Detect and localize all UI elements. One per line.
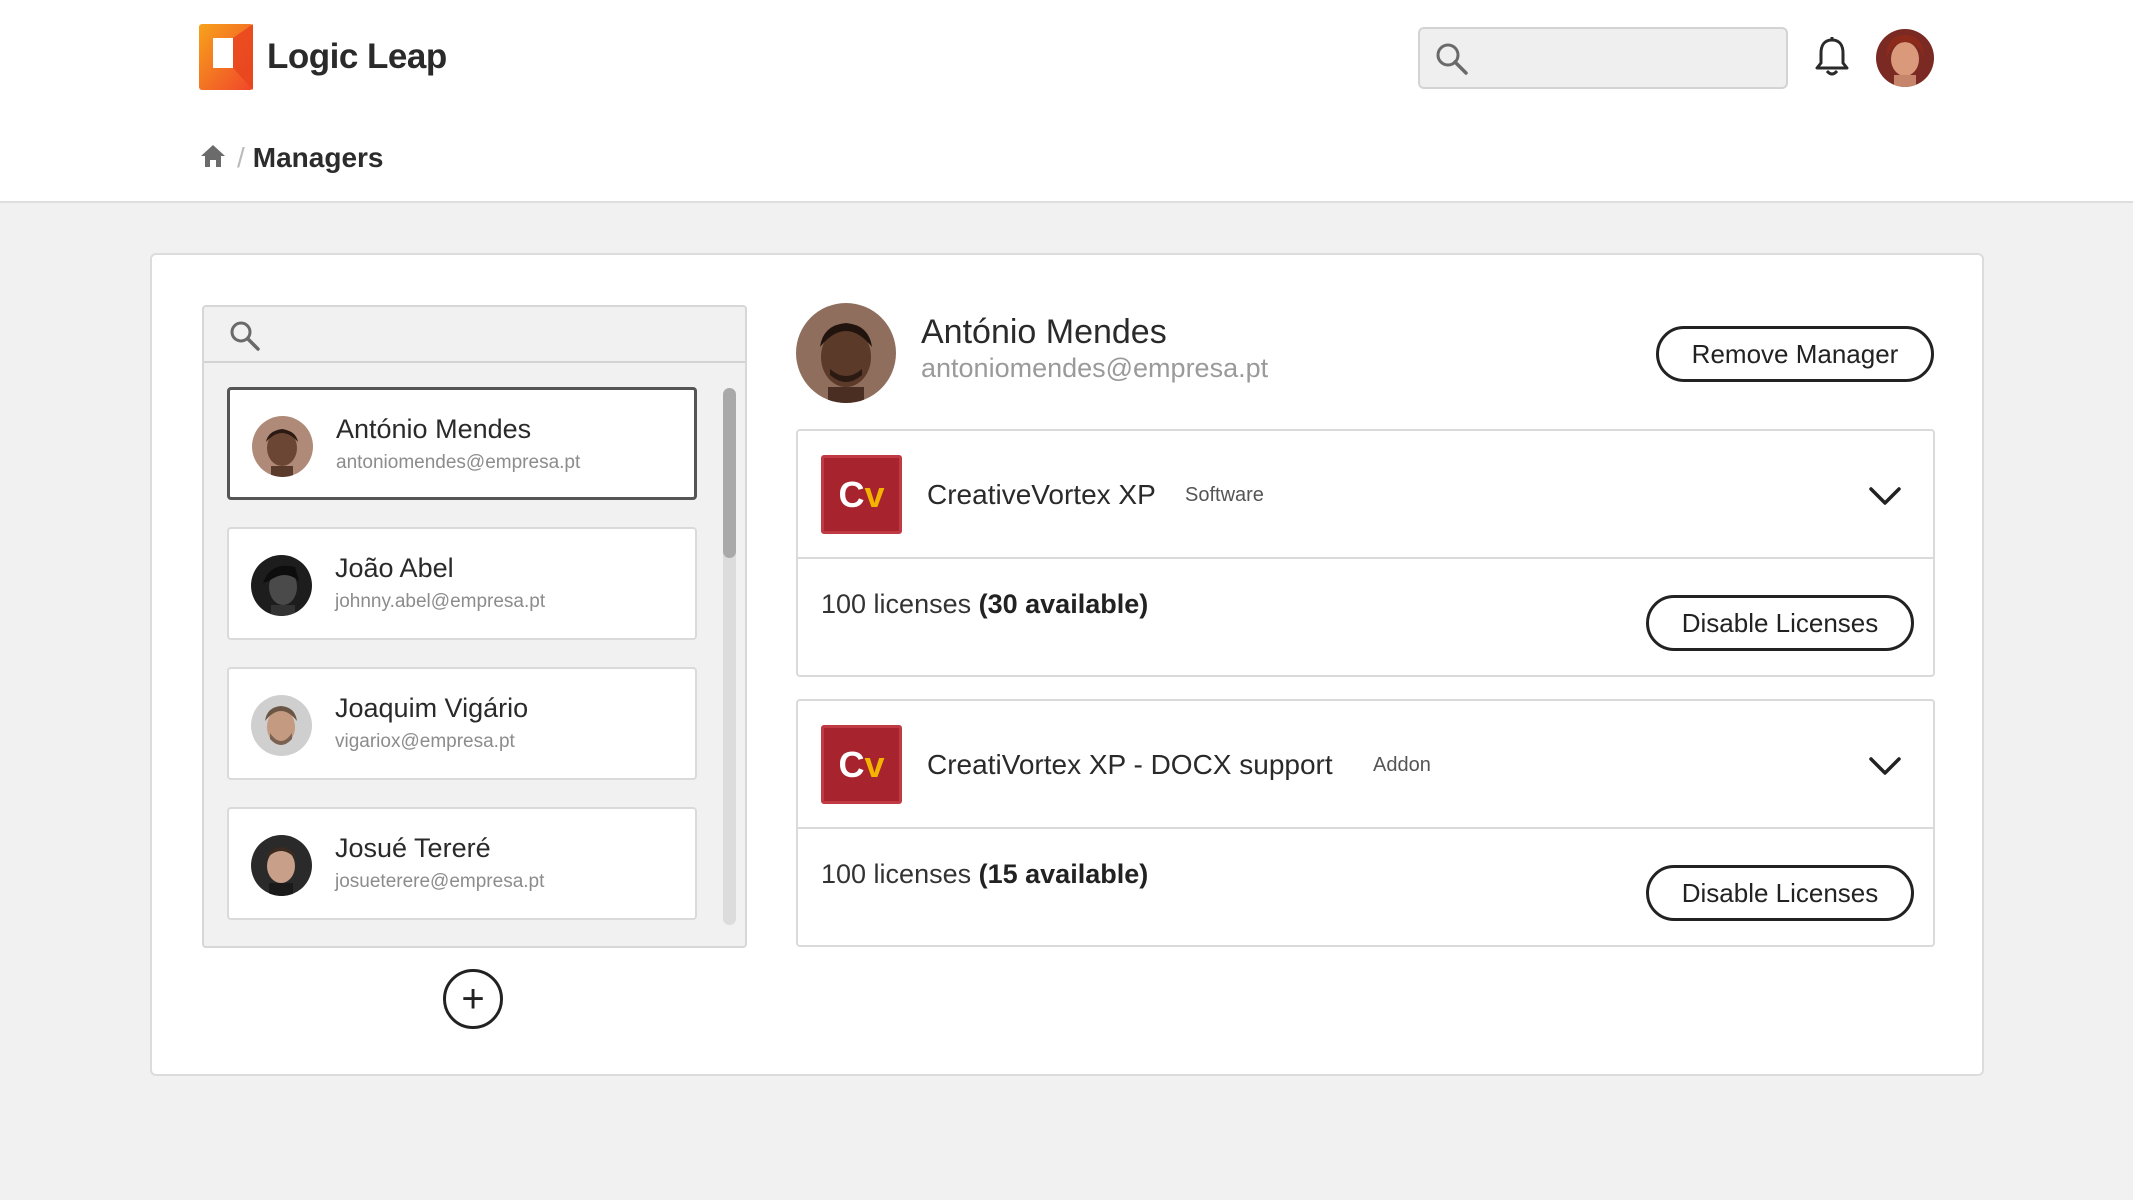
list-item[interactable]: Josué Tereré josueterere@empresa.pt — [227, 807, 697, 920]
manager-detail-email: antoniomendes@empresa.pt — [921, 353, 1269, 383]
search-icon — [228, 319, 262, 358]
product-logo-text: Cv — [838, 743, 885, 785]
product-name: CreatiVortex XP - DOCX support — [927, 749, 1333, 780]
manager-email: johnny.abel@empresa.pt — [335, 591, 546, 612]
chevron-down-icon[interactable] — [1868, 755, 1902, 782]
license-available: (15 available) — [978, 859, 1149, 889]
manager-name: António Mendes — [336, 414, 532, 444]
disable-licenses-button[interactable]: Disable Licenses — [1646, 595, 1914, 651]
license-available: (30 available) — [978, 589, 1149, 619]
logo-icon — [199, 24, 253, 90]
product-type-badge: Addon — [1373, 754, 1431, 776]
product-header[interactable]: Cv CreativeVortex XP Software — [798, 431, 1933, 559]
avatar — [252, 416, 313, 477]
remove-manager-button[interactable]: Remove Manager — [1656, 326, 1934, 382]
manager-list: António Mendes antoniomendes@empresa.pt … — [202, 305, 747, 948]
manager-name: Joaquim Vigário — [335, 693, 529, 723]
manager-email: josueterere@empresa.pt — [335, 871, 545, 892]
page-title: Managers — [252, 142, 384, 173]
product-name: CreativeVortex XP — [927, 479, 1156, 510]
scrollbar-thumb[interactable] — [723, 388, 736, 558]
product-logo: Cv — [821, 725, 902, 804]
product-card: Cv CreatiVortex XP - DOCX support Addon … — [796, 699, 1935, 947]
avatar — [251, 695, 312, 756]
product-logo: Cv — [821, 455, 902, 534]
breadcrumb-separator: / — [237, 142, 245, 173]
list-item[interactable]: João Abel johnny.abel@empresa.pt — [227, 527, 697, 640]
product-logo-text: Cv — [838, 473, 885, 515]
disable-licenses-button[interactable]: Disable Licenses — [1646, 865, 1914, 921]
product-card: Cv CreativeVortex XP Software 100 licens… — [796, 429, 1935, 677]
scrollbar[interactable] — [723, 388, 736, 925]
avatar — [251, 835, 312, 896]
home-icon[interactable] — [199, 143, 227, 174]
logo[interactable]: Logic Leap — [199, 24, 447, 90]
list-item[interactable]: António Mendes antoniomendes@empresa.pt — [227, 387, 697, 500]
manager-detail-name: António Mendes — [921, 313, 1167, 351]
license-count: 100 licenses — [821, 859, 972, 889]
chevron-down-icon[interactable] — [1868, 485, 1902, 512]
manager-email: vigariox@empresa.pt — [335, 731, 515, 752]
manager-name: João Abel — [335, 553, 454, 583]
manager-name: Josué Tereré — [335, 833, 491, 863]
bell-icon[interactable] — [1814, 36, 1850, 83]
license-summary: 100 licenses (15 available) — [821, 859, 1148, 890]
search-icon — [1434, 41, 1470, 82]
license-summary: 100 licenses (30 available) — [821, 589, 1148, 620]
product-type-badge: Software — [1185, 484, 1264, 506]
top-header: Logic Leap / Managers — [0, 0, 2133, 203]
breadcrumb: / Managers — [199, 142, 384, 174]
avatar[interactable] — [1876, 29, 1934, 87]
add-manager-button[interactable]: + — [443, 969, 503, 1029]
app-name: Logic Leap — [267, 37, 447, 76]
avatar — [796, 303, 896, 403]
manager-search-input[interactable] — [204, 307, 745, 363]
global-search-input[interactable] — [1418, 27, 1788, 89]
list-item[interactable]: Joaquim Vigário vigariox@empresa.pt — [227, 667, 697, 780]
managers-panel: António Mendes antoniomendes@empresa.pt … — [150, 253, 1984, 1076]
avatar — [251, 555, 312, 616]
product-header[interactable]: Cv CreatiVortex XP - DOCX support Addon — [798, 701, 1933, 829]
manager-email: antoniomendes@empresa.pt — [336, 452, 581, 473]
license-count: 100 licenses — [821, 589, 972, 619]
